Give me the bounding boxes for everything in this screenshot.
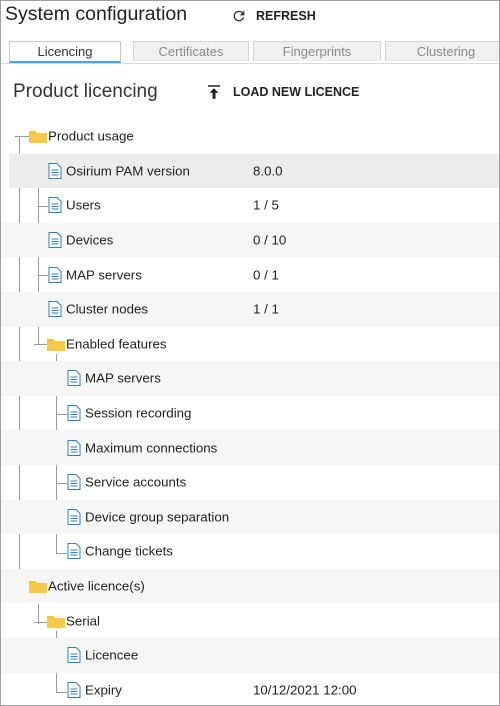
document-icon bbox=[48, 232, 62, 249]
tree-item-feature[interactable]: MAP servers bbox=[1, 361, 499, 396]
folder-icon bbox=[47, 338, 65, 351]
document-icon bbox=[67, 405, 81, 422]
document-icon bbox=[67, 439, 81, 456]
tree-item-users[interactable]: Users 1 / 5 bbox=[1, 188, 499, 223]
tree-item-value: 0 / 1 bbox=[253, 267, 279, 283]
tree-item-licencee[interactable]: Licencee bbox=[1, 637, 499, 673]
document-icon bbox=[48, 266, 62, 283]
tree-folder-label: Product usage bbox=[48, 128, 134, 144]
folder-icon bbox=[29, 581, 47, 594]
document-icon bbox=[48, 301, 62, 318]
document-icon bbox=[67, 543, 81, 560]
document-icon bbox=[67, 508, 81, 525]
licence-tree: Product usage Osirium PAM version 8.0.0 … bbox=[1, 119, 499, 706]
tree-item-label: Cluster nodes bbox=[66, 301, 149, 317]
tree-item-feature[interactable]: Change tickets bbox=[1, 534, 499, 569]
document-icon bbox=[48, 162, 62, 179]
tree-item-label: Expiry bbox=[85, 682, 122, 698]
tab-bar: Licencing Certificates Fingerprints Clus… bbox=[9, 41, 499, 63]
tree-item-label: Device group separation bbox=[85, 509, 230, 525]
document-icon bbox=[67, 474, 81, 491]
tab-certificates[interactable]: Certificates bbox=[133, 41, 249, 61]
tree-item-feature[interactable]: Maximum connections bbox=[1, 430, 499, 465]
tree-item-label: Licencee bbox=[85, 647, 139, 663]
folder-icon bbox=[47, 615, 65, 628]
upload-icon bbox=[208, 85, 220, 99]
tab-fingerprints[interactable]: Fingerprints bbox=[253, 41, 381, 61]
tree-folder-label: Active licence(s) bbox=[48, 578, 145, 594]
section-title: Product licencing bbox=[13, 81, 158, 102]
page-title: System configuration bbox=[5, 3, 188, 25]
tree-item-value: 1 / 1 bbox=[253, 301, 279, 317]
tree-item-feature[interactable]: Device group separation bbox=[1, 499, 499, 535]
tree-item-value: 10/12/2021 12:00 bbox=[253, 682, 357, 698]
tree-item-pam-version[interactable]: Osirium PAM version 8.0.0 bbox=[9, 153, 499, 189]
document-icon bbox=[67, 647, 81, 664]
tab-licencing[interactable]: Licencing bbox=[9, 41, 121, 63]
folder-icon bbox=[29, 131, 47, 144]
tree-item-label: MAP servers bbox=[85, 370, 161, 386]
tab-divider bbox=[1, 63, 499, 64]
system-configuration-panel: System configuration REFRESH Licencing C… bbox=[0, 0, 500, 706]
tree-item-cluster-nodes[interactable]: Cluster nodes 1 / 1 bbox=[1, 291, 499, 327]
tab-clustering[interactable]: Clustering bbox=[385, 41, 499, 61]
refresh-button[interactable]: REFRESH bbox=[231, 5, 316, 27]
load-new-licence-label: LOAD NEW LICENCE bbox=[233, 85, 360, 99]
tree-item-devices[interactable]: Devices 0 / 10 bbox=[1, 222, 499, 258]
tree-item-value: 1 / 5 bbox=[253, 197, 279, 213]
tree-item-map-servers[interactable]: MAP servers 0 / 1 bbox=[1, 257, 499, 292]
tree-folder-enabled-features[interactable]: Enabled features bbox=[1, 327, 499, 362]
tree-item-label: Maximum connections bbox=[85, 440, 218, 456]
load-new-licence-button[interactable]: LOAD NEW LICENCE bbox=[205, 81, 359, 103]
document-icon bbox=[67, 681, 81, 698]
tree-item-label: Users bbox=[66, 197, 101, 213]
tree-item-label: Change tickets bbox=[85, 543, 173, 559]
tree-item-value: 8.0.0 bbox=[253, 163, 283, 179]
tree-item-label: Devices bbox=[66, 232, 114, 248]
tree-item-label: Osirium PAM version bbox=[66, 163, 190, 179]
document-icon bbox=[67, 370, 81, 387]
document-icon bbox=[48, 197, 62, 214]
tree-folder-label: Serial bbox=[66, 613, 100, 629]
tree-folder-product-usage[interactable]: Product usage bbox=[1, 119, 499, 154]
tree-item-expiry[interactable]: Expiry 10/12/2021 12:00 bbox=[1, 673, 499, 706]
tree-item-label: MAP servers bbox=[66, 267, 142, 283]
tree-item-feature[interactable]: Session recording bbox=[1, 396, 499, 431]
tree-folder-active-licences[interactable]: Active licence(s) bbox=[1, 568, 499, 604]
tree-item-value: 0 / 10 bbox=[253, 232, 287, 248]
tree-folder-label: Enabled features bbox=[66, 336, 167, 352]
tree-item-label: Service accounts bbox=[85, 474, 187, 490]
tree-item-label: Session recording bbox=[85, 405, 192, 421]
tree-folder-serial[interactable]: Serial bbox=[1, 603, 499, 638]
refresh-label: REFRESH bbox=[256, 9, 316, 23]
tree-item-feature[interactable]: Service accounts bbox=[1, 465, 499, 500]
refresh-icon bbox=[233, 10, 245, 22]
